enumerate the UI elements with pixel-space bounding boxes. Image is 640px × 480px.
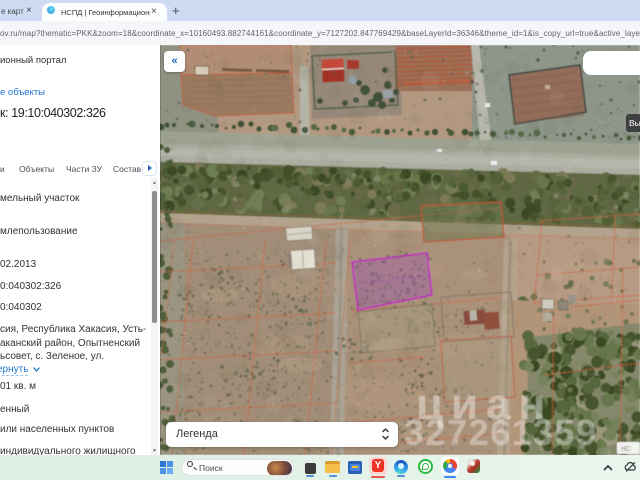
svg-text:327261359: 327261359	[404, 412, 598, 453]
svg-text:НС: НС	[621, 446, 631, 453]
